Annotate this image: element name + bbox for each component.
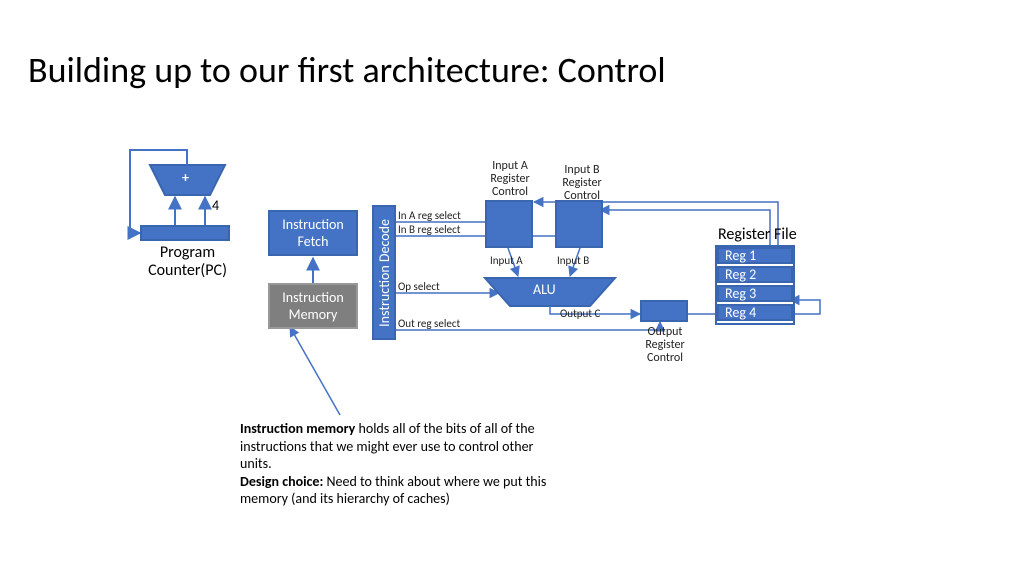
- alu-input-b-label: Input B: [557, 255, 589, 267]
- pc-block: [140, 225, 230, 241]
- adder-increment: 4: [212, 198, 219, 213]
- reg-4: Reg 4: [717, 304, 793, 321]
- register-file-title: Register File: [718, 225, 797, 244]
- signal-out-sel: Out reg select: [398, 318, 460, 330]
- input-b-regctrl-label: Input B Register Control: [552, 164, 612, 204]
- signal-in-a-sel: In A reg select: [398, 210, 461, 222]
- output-regctrl-label: Output Register Control: [636, 326, 694, 366]
- input-a-regctrl-block: [485, 200, 533, 248]
- reg-2: Reg 2: [717, 266, 793, 283]
- caption-text: Instruction memory holds all of the bits…: [240, 420, 560, 508]
- instruction-memory-block: Instruction Memory: [268, 283, 358, 329]
- input-a-regctrl-label: Input A Register Control: [480, 160, 540, 200]
- instruction-decode-label: Instruction Decode: [376, 219, 393, 327]
- input-b-regctrl-block: [555, 200, 603, 248]
- output-regctrl-block: [640, 300, 688, 322]
- caption-bold-2: Design choice:: [240, 473, 323, 490]
- signal-in-b-sel: In B reg select: [398, 224, 460, 236]
- reg-1: Reg 1: [717, 247, 793, 264]
- alu-input-a-label: Input A: [490, 255, 523, 267]
- alu-output-c-label: Output C: [560, 308, 600, 320]
- instruction-fetch-block: Instruction Fetch: [268, 210, 358, 256]
- signal-op-sel: Op select: [398, 281, 440, 293]
- pc-label: Program Counter(PC): [125, 244, 250, 279]
- adder-plus-icon: +: [182, 170, 189, 185]
- caption-bold-1: Instruction memory: [240, 420, 355, 437]
- reg-3: Reg 3: [717, 285, 793, 302]
- instruction-decode-block: Instruction Decode: [372, 205, 396, 340]
- alu-label: ALU: [533, 282, 556, 297]
